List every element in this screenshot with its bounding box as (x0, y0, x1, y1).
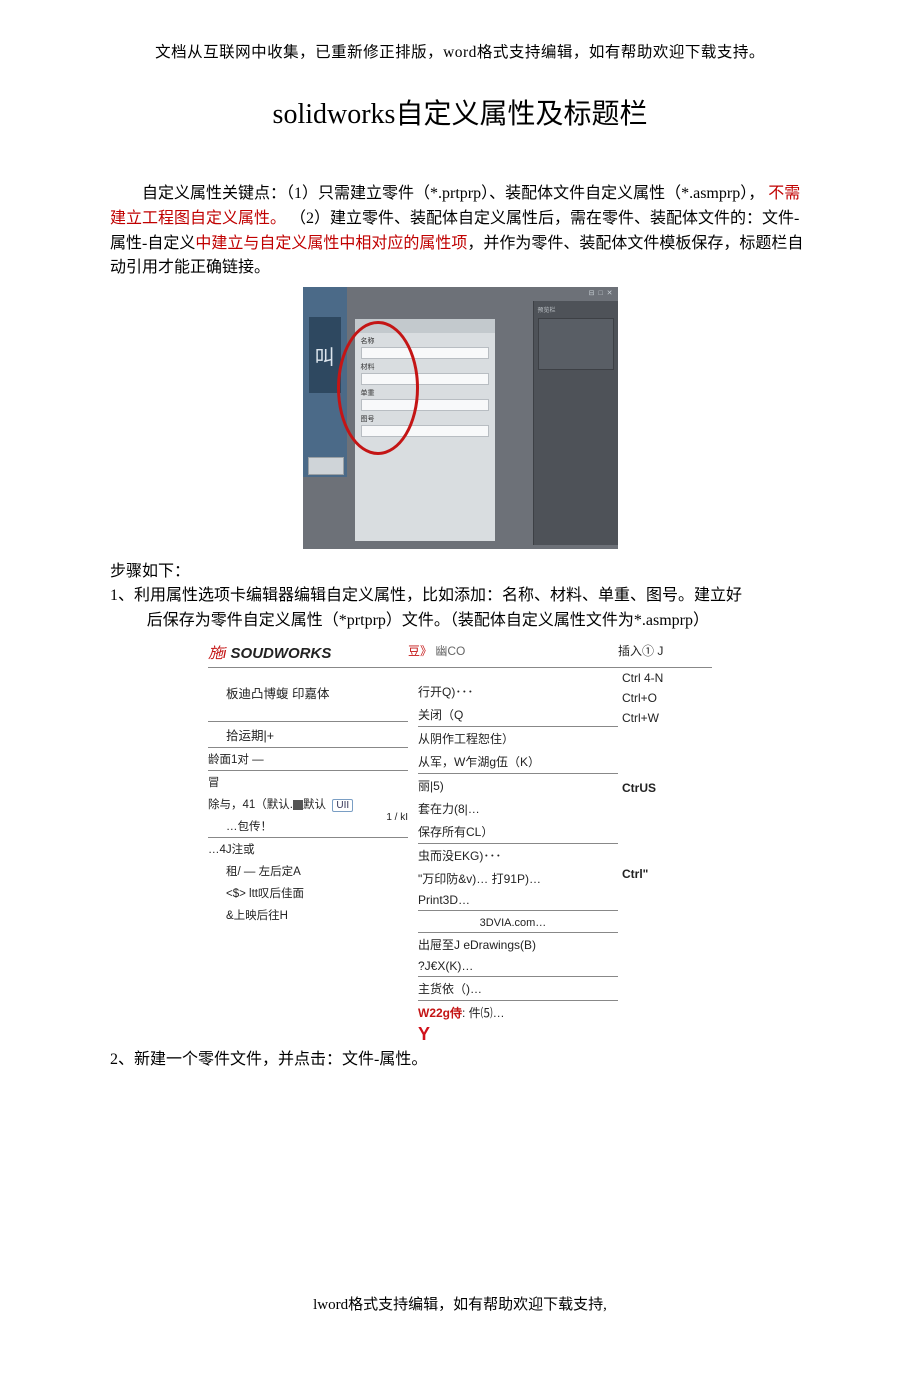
fig2-m-m5: 丽|5) (408, 774, 618, 797)
header-note: 文档从互联网中收集，已重新修正排版，word格式支持编辑，如有帮助欢迎下载支持。 (110, 40, 810, 62)
fig2-right-top: 插入① J (618, 644, 663, 658)
fig2-mid-you: 幽CO (435, 644, 465, 658)
fig2-m-m15b: : 件⑸… (462, 1006, 505, 1020)
fig1-field3-label: 单重 (361, 388, 489, 398)
fig2-l-r7: …4J注或 (208, 838, 408, 860)
fig2-uii2: 1 / kI (386, 812, 408, 823)
figure-1-wrap: ⊟ □ ✕ 叫 名称 材料 单重 图号 预览栏 (110, 287, 810, 549)
fig2-r-r1: Ctrl+O (618, 688, 712, 708)
fig2-brand-main: SOUDWORKS (231, 645, 332, 662)
fig2-l-r2: 拾运期|+ (208, 722, 408, 747)
fig2-l-r8: 租/ — 左后定A (208, 860, 408, 882)
fig1-property-panel: 名称 材料 单重 图号 (355, 319, 495, 541)
steps-label: 步骤如下： (110, 557, 810, 581)
fig1-field2-label: 材料 (361, 362, 489, 372)
fig2-r-r5: CtrUS (618, 778, 712, 798)
intro-red-2: 中建立与自定义属性中相对应的属性项 (195, 235, 467, 252)
fig2-l-r5a: 除与，41（默认. (208, 799, 293, 811)
fig2-r-r9: Ctrl" (618, 864, 712, 884)
fig2-l-r9: <$> ltt叹后佳面 (208, 882, 408, 904)
fig2-l-r1: 板迪凸博蝮 印嘉体 (208, 680, 408, 705)
fig1-left-strip: 叫 (303, 287, 347, 477)
document-page: 文档从互联网中收集，已重新修正排版，word格式支持编辑，如有帮助欢迎下载支持。… (0, 0, 920, 1374)
document-title: solidworks自定义属性及标题栏 (110, 92, 810, 132)
intro-t1: 自定义属性关键点：（1）只需建立零件（*.prtprp）、装配体文件自定义属性（… (142, 185, 764, 202)
fig2-brand: 施i SOUDWORKS (208, 645, 331, 662)
step-1-line2: 后保存为零件自定义属性（*prtprp）文件。（装配体自定义属性文件为*.asm… (110, 609, 810, 634)
fig2-m-m4: 从军，W乍湖g伍（K） (408, 750, 618, 773)
fig2-uii: UII (332, 799, 353, 812)
fig2-l-r10: &上映后往H (208, 904, 408, 926)
step-1: 1、利用属性选项卡编辑器编辑自定义属性，比如添加：名称、材料、单重、图号。建立好… (110, 584, 810, 634)
fig2-brand-prefix: 施i (208, 645, 231, 662)
figure-2-wrap: 施i SOUDWORKS 豆》 幽CO 插入① J 板迪凸博蝮 印嘉体 拾运期|… (110, 640, 810, 1045)
fig2-mid-top: 豆》 幽CO (408, 644, 465, 658)
step-1-line1: 1、利用属性选项卡编辑器编辑自定义属性，比如添加：名称、材料、单重、图号。建立好 (110, 584, 810, 609)
figure-2: 施i SOUDWORKS 豆》 幽CO 插入① J 板迪凸博蝮 印嘉体 拾运期|… (208, 640, 712, 1045)
fig1-right-label: 预览栏 (538, 305, 614, 314)
fig2-l-r5: 除与，41（默认.默认 UII 1 / kI (208, 793, 408, 815)
fig1-left-glyph: 叫 (309, 317, 341, 393)
fig2-m-m14: 主货依（)… (408, 977, 618, 1000)
fig2-m-m15a: W22g侍 (418, 1006, 462, 1020)
fig2-m-m3: 从阴作工程恕住） (408, 727, 618, 750)
fig2-mid-dou: 豆》 (408, 644, 432, 658)
fig1-preview-box (538, 318, 614, 370)
figure-1: ⊟ □ ✕ 叫 名称 材料 单重 图号 预览栏 (303, 287, 618, 549)
fig2-topbar: 施i SOUDWORKS 豆》 幽CO 插入① J (208, 640, 712, 668)
fig2-red-y-mark: Y (418, 1024, 618, 1045)
fig1-field1-label: 名称 (361, 336, 489, 346)
fig2-m-m11: 3DVIA.com… (408, 911, 618, 932)
fig1-field1-input (361, 347, 489, 359)
fig2-m-m9: "万印防&v)… 打91P)… (408, 867, 618, 890)
step-2: 2、新建一个零件文件，并点击：文件-属性。 (110, 1048, 810, 1073)
window-controls: ⊟ □ ✕ (589, 289, 614, 297)
fig2-m-m2: 关闭（Q (408, 703, 618, 726)
fig2-m-m10: Print3D… (408, 890, 618, 910)
fig2-l-r6: …包传！ (208, 815, 408, 837)
fig2-m-m12: 出屉至J eDrawings(B) (408, 933, 618, 956)
fig2-m-m6: 套在力(8|… (408, 797, 618, 820)
fig2-l-r3: 龄面1对 — (208, 748, 408, 770)
intro-paragraph: 自定义属性关键点：（1）只需建立零件（*.prtprp）、装配体文件自定义属性（… (110, 182, 810, 281)
fig2-m-m7: 保存所有CL） (408, 820, 618, 843)
fig1-field4-label: 图号 (361, 414, 489, 424)
fig1-small-button (308, 457, 344, 475)
fig1-field3-input (361, 399, 489, 411)
fig2-m-m13: ?J€X(K)… (408, 956, 618, 976)
fig2-l-r5b: 默认 (303, 799, 326, 811)
fig2-m-m1: 行开Q)･･･ (408, 680, 618, 703)
footer-note: lword格式支持编辑，如有帮助欢迎下载支持, (110, 1293, 810, 1314)
fig2-r-r2: Ctrl+W (618, 708, 712, 728)
step-2-line: 2、新建一个零件文件，并点击：文件-属性。 (110, 1048, 810, 1073)
square-icon (293, 800, 303, 810)
fig1-panel-head (355, 319, 495, 333)
fig2-m-m8: 虫而没EKG)･･･ (408, 844, 618, 867)
fig2-l-r4: 冒 (208, 771, 408, 793)
fig1-field2-input (361, 373, 489, 385)
fig2-m-m15: W22g侍: 件⑸… (408, 1001, 618, 1024)
fig2-r-r0: Ctrl 4-N (618, 668, 712, 688)
fig1-right-panel: 预览栏 (533, 301, 618, 545)
fig1-field4-input (361, 425, 489, 437)
